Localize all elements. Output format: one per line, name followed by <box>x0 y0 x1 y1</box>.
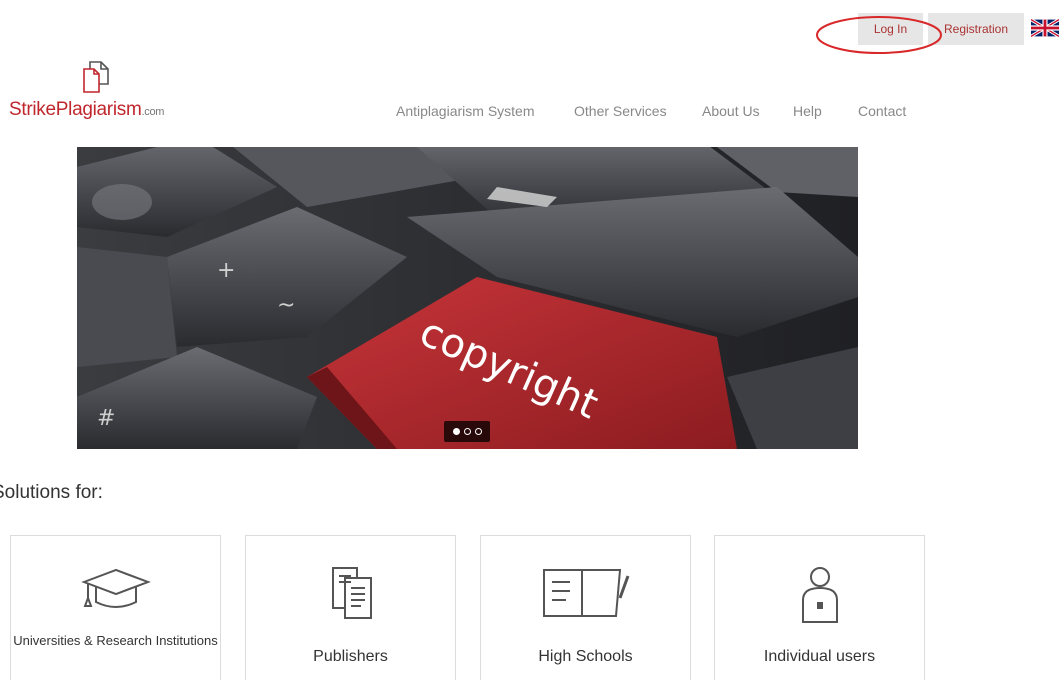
card-individual-users[interactable]: Individual users <box>714 535 925 680</box>
svg-text:#: # <box>97 406 115 431</box>
slide-dot-3[interactable] <box>474 428 482 435</box>
graduation-cap-icon <box>80 568 151 608</box>
nav-contact[interactable]: Contact <box>858 103 906 119</box>
open-book-icon <box>542 569 629 617</box>
hero-slider[interactable]: copyright # + ~ <box>77 147 858 449</box>
logo-com: .com <box>141 106 165 118</box>
slide-dot-1[interactable] <box>452 428 460 435</box>
nav-about-us[interactable]: About Us <box>702 103 760 119</box>
slide-dot-2[interactable] <box>463 428 471 435</box>
card-high-schools[interactable]: High Schools <box>480 535 691 680</box>
nav-other-services[interactable]: Other Services <box>574 103 667 119</box>
uk-flag-icon[interactable] <box>1031 19 1059 37</box>
card-publishers-label: Publishers <box>313 648 388 665</box>
nav-help[interactable]: Help <box>793 103 822 119</box>
card-universities[interactable]: Universities & Research Institutions <box>10 535 221 680</box>
documents-icon <box>331 567 372 619</box>
card-universities-label: Universities & Research Institutions <box>13 633 218 648</box>
highlight-circle <box>816 16 942 54</box>
card-high-schools-label: High Schools <box>538 648 633 665</box>
slider-dots <box>444 421 490 442</box>
user-icon <box>801 567 838 623</box>
document-logo-icon <box>83 61 109 93</box>
solutions-heading: Solutions for: <box>0 482 103 503</box>
keyboard-image: copyright # + ~ <box>77 147 858 449</box>
svg-text:+: + <box>217 258 235 283</box>
nav-antiplagiarism-system[interactable]: Antiplagiarism System <box>396 103 535 119</box>
site-logo[interactable]: StrikePlagiarism.com <box>9 99 164 121</box>
card-individual-users-label: Individual users <box>763 648 876 665</box>
logo-plagiarism: Plagiarism <box>55 99 142 120</box>
svg-text:~: ~ <box>277 293 295 318</box>
card-publishers[interactable]: Publishers <box>245 535 456 680</box>
logo-strike: Strike <box>9 99 56 120</box>
